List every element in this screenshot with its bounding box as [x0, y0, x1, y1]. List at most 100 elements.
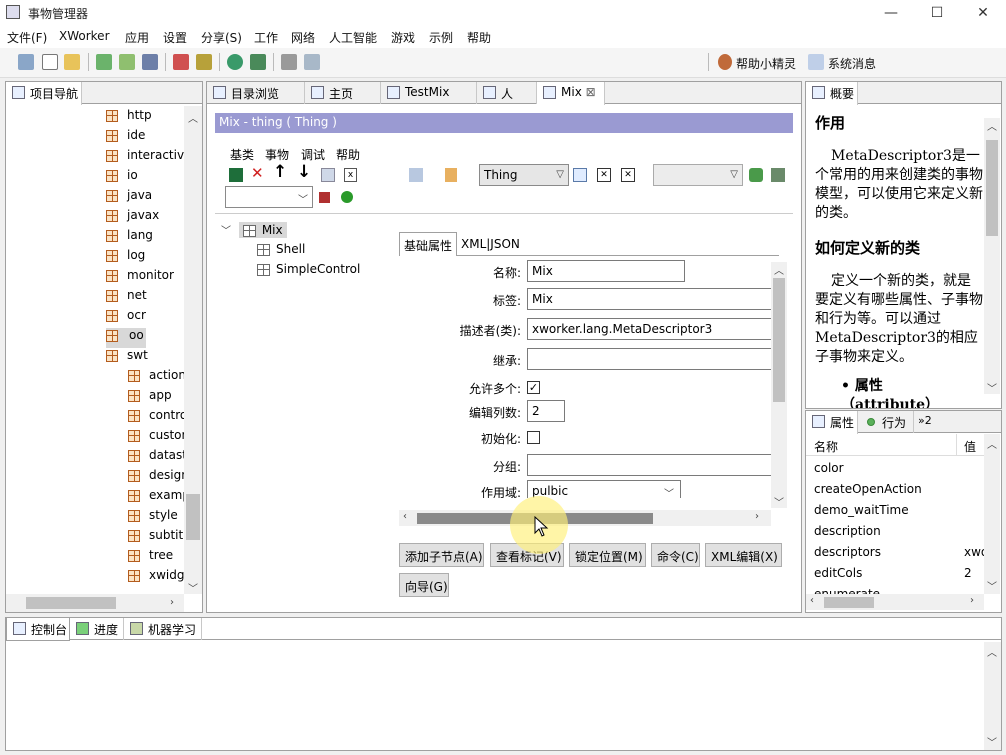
- menu-settings[interactable]: 设置: [163, 29, 187, 46]
- scroll-right-icon[interactable]: ›: [755, 511, 759, 522]
- xml-edit-button[interactable]: XML编辑(X): [705, 543, 782, 567]
- scroll-up-icon[interactable]: ︿: [987, 118, 997, 133]
- browse-icon[interactable]: [409, 168, 423, 182]
- nav-tree-item[interactable]: io: [106, 168, 138, 188]
- nav-tree-item[interactable]: design: [128, 468, 184, 488]
- tree-node-root-selected[interactable]: Mix: [238, 222, 287, 238]
- tab-mix[interactable]: Mix ⊠: [537, 82, 605, 105]
- tool-icon[interactable]: [173, 54, 189, 70]
- messages-button[interactable]: 系统消息: [828, 55, 876, 72]
- move-down-icon[interactable]: ↓: [297, 162, 311, 182]
- close-tab-icon[interactable]: ⊠: [586, 85, 596, 99]
- menu-app[interactable]: 应用: [125, 29, 149, 46]
- properties-hscroll[interactable]: ‹ ›: [806, 594, 984, 610]
- maximize-button[interactable]: ☐: [914, 0, 960, 26]
- editor-menu-debug[interactable]: 调试: [301, 146, 325, 163]
- secondary-select[interactable]: ▽: [653, 164, 743, 186]
- nav-tree-item[interactable]: example: [128, 488, 184, 508]
- field-input[interactable]: Mix: [527, 260, 685, 282]
- scroll-up-icon[interactable]: ︿: [774, 262, 784, 277]
- nav-tree-item[interactable]: style: [128, 508, 178, 528]
- nav-tree-item[interactable]: java: [106, 188, 152, 208]
- nav-tree-item[interactable]: subtitle: [128, 528, 184, 548]
- editor-menu-help[interactable]: 帮助: [336, 146, 360, 163]
- field-checkbox[interactable]: ✓: [527, 381, 540, 394]
- window-icon[interactable]: [304, 54, 320, 70]
- lock-icon[interactable]: [445, 168, 457, 182]
- attr-hscroll[interactable]: ‹ ›: [399, 510, 771, 526]
- field-input[interactable]: Mix: [527, 288, 771, 310]
- scroll-up-icon[interactable]: ︿: [987, 644, 997, 659]
- run-icon[interactable]: [341, 191, 353, 203]
- tab-xml-json[interactable]: XML|JSON: [457, 234, 524, 256]
- tab-person[interactable]: 人: [477, 82, 537, 104]
- navigator-hscroll-thumb[interactable]: [26, 597, 116, 609]
- field-input[interactable]: [527, 348, 771, 370]
- tab-progress[interactable]: 进度: [70, 618, 124, 640]
- nav-tree-item[interactable]: http: [106, 108, 152, 128]
- field-input[interactable]: 2: [527, 400, 565, 422]
- tab-home[interactable]: 主页: [305, 82, 381, 104]
- nav-tree-item[interactable]: custom: [128, 428, 184, 448]
- tab-project-nav[interactable]: 项目导航: [6, 82, 82, 105]
- nav-tree-item[interactable]: ide: [106, 128, 145, 148]
- lock-position-button[interactable]: 锁定位置(M): [569, 543, 646, 567]
- globe-icon[interactable]: [227, 54, 243, 70]
- tools-icon[interactable]: [771, 168, 785, 182]
- property-row[interactable]: demo_waitTime: [806, 500, 984, 521]
- nav-tree-item[interactable]: xwidgets: [128, 568, 184, 588]
- console-output[interactable]: [6, 642, 984, 750]
- image-icon[interactable]: [119, 54, 135, 70]
- overview-vscroll[interactable]: ︿ ﹀: [984, 118, 1000, 395]
- menu-network[interactable]: 网络: [291, 29, 315, 46]
- scroll-left-icon[interactable]: ‹: [810, 595, 814, 606]
- close-button[interactable]: ✕: [960, 0, 1006, 26]
- add-child-button[interactable]: 添加子节点(A): [399, 543, 484, 567]
- scroll-left-icon[interactable]: ‹: [403, 511, 407, 522]
- scroll-down-icon[interactable]: ﹀: [188, 580, 198, 595]
- nav-tree-item[interactable]: log: [106, 248, 145, 268]
- editor-menu-base[interactable]: 基类: [230, 146, 254, 163]
- overview-vscroll-thumb[interactable]: [986, 140, 998, 236]
- field-input[interactable]: [527, 454, 771, 476]
- field-select[interactable]: pulbic ﹀: [527, 480, 681, 498]
- move-up-icon[interactable]: ↑: [273, 162, 287, 182]
- new-file-icon[interactable]: [42, 54, 58, 70]
- scroll-down-icon[interactable]: ﹀: [987, 578, 997, 593]
- run-config-icon[interactable]: [319, 192, 330, 203]
- nav-tree-item[interactable]: actions: [128, 368, 184, 388]
- scroll-up-icon[interactable]: ︿: [987, 436, 997, 451]
- menu-share[interactable]: 分享(S): [201, 29, 242, 46]
- navigator-vscroll[interactable]: ︿ ﹀: [184, 106, 202, 595]
- properties-hscroll-thumb[interactable]: [824, 597, 874, 608]
- tab-testmix[interactable]: TestMix: [381, 82, 477, 104]
- wand-icon[interactable]: [196, 54, 212, 70]
- navigator-hscroll[interactable]: ›: [6, 594, 184, 612]
- scroll-down-icon[interactable]: ﹀: [987, 380, 997, 395]
- nav-tree-item[interactable]: controls: [128, 408, 184, 428]
- save-icon[interactable]: [229, 168, 243, 182]
- property-row[interactable]: editCols 2: [806, 563, 984, 584]
- add-node-icon[interactable]: [749, 168, 763, 182]
- menu-examples[interactable]: 示例: [429, 29, 453, 46]
- attr-vscroll-thumb[interactable]: [773, 278, 785, 402]
- filter-combo[interactable]: ﹀: [225, 186, 313, 208]
- tab-basic-attributes[interactable]: 基础属性: [399, 232, 458, 256]
- more-tabs-button[interactable]: »2: [918, 414, 932, 427]
- scroll-right-icon[interactable]: ›: [170, 597, 174, 608]
- tab-properties[interactable]: 属性: [806, 411, 858, 434]
- nav-tree-item[interactable]: lang: [106, 228, 153, 248]
- tree-node-shell[interactable]: Shell: [257, 242, 360, 262]
- minimize-button[interactable]: —: [868, 0, 914, 26]
- nav-tree-item[interactable]: datastore: [128, 448, 184, 468]
- nav-tree-item[interactable]: monitor: [106, 268, 174, 288]
- nav-tree-item[interactable]: ocr: [106, 308, 146, 328]
- x-file-icon[interactable]: x: [344, 168, 357, 182]
- scroll-down-icon[interactable]: ﹀: [987, 734, 997, 749]
- home-icon[interactable]: [18, 54, 34, 70]
- navigator-vscroll-thumb[interactable]: [186, 494, 200, 540]
- menu-help[interactable]: 帮助: [467, 29, 491, 46]
- copy-icon[interactable]: [321, 168, 335, 182]
- nav-tree-item[interactable]: ﹀swt: [106, 348, 148, 368]
- tab-behaviors[interactable]: 行为: [858, 411, 914, 433]
